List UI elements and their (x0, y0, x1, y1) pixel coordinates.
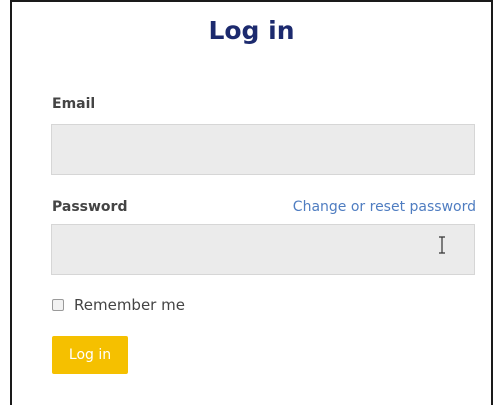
login-button[interactable]: Log in (52, 336, 128, 374)
panel-border-left (10, 0, 12, 405)
email-label: Email (52, 96, 96, 112)
panel-border-right (491, 0, 493, 405)
login-panel: Log in Email Password Change or reset pa… (0, 0, 498, 405)
remember-me-checkbox[interactable] (52, 299, 64, 311)
password-field[interactable] (51, 224, 475, 275)
email-field[interactable] (51, 124, 475, 175)
change-reset-password-link[interactable]: Change or reset password (274, 197, 476, 217)
password-label: Password (52, 199, 128, 215)
panel-border-top (10, 0, 493, 2)
remember-me-label: Remember me (74, 296, 185, 314)
remember-me-row[interactable]: Remember me (52, 295, 185, 315)
page-title: Log in (208, 16, 295, 45)
text-cursor-icon (439, 236, 445, 254)
